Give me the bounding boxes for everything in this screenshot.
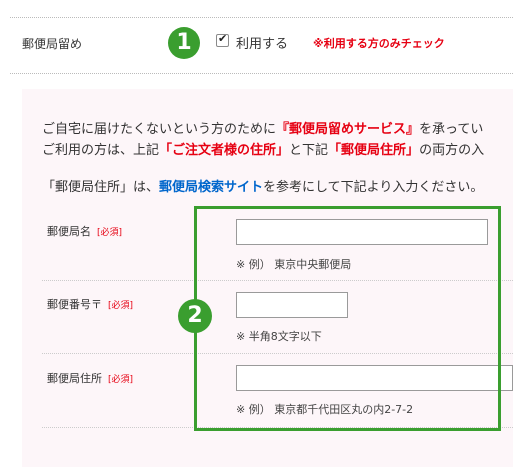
post-office-address-ref: 「郵便局住所」 — [328, 143, 420, 158]
post-office-search-link[interactable]: 郵便局検索サイト — [159, 180, 263, 195]
row-divider — [10, 73, 513, 74]
intro-text: を承ってい — [419, 122, 484, 137]
post-office-name-label: 郵便局名 [必須] — [47, 223, 122, 239]
step-1-badge: 1 — [168, 27, 200, 59]
orderer-address-ref: 「ご注文者様の住所」 — [159, 143, 290, 158]
pickup-row-label: 郵便局留め — [22, 37, 83, 51]
required-badge: [必須] — [108, 375, 134, 385]
intro-text: ご自宅に届けたくないという方のために — [42, 122, 277, 137]
intro-text: の両方の入 — [419, 143, 485, 158]
intro-text: 「郵便局住所」は、 — [42, 180, 160, 195]
check-note: ※利用する方のみチェック — [313, 37, 445, 50]
required-badge: [必須] — [97, 228, 123, 238]
intro-text: を参考にして下記より入力ください。 — [263, 180, 484, 195]
top-divider — [10, 17, 513, 18]
intro-line-2: ご利用の方は、上記「ご注文者様の住所」と下記「郵便局住所」の両方の入 — [42, 139, 484, 158]
service-name: 『郵便局留めサービス』 — [276, 122, 420, 137]
field-label-text: 郵便番号〒 — [47, 298, 102, 311]
field-label-text: 郵便局住所 — [47, 372, 102, 385]
field-label-text: 郵便局名 — [47, 225, 91, 238]
postal-code-label: 郵便番号〒 [必須] — [47, 296, 133, 312]
intro-line-3: 「郵便局住所」は、郵便局検索サイトを参考にして下記より入力ください。 — [42, 176, 483, 195]
intro-line-1: ご自宅に届けたくないという方のために『郵便局留めサービス』を承ってい — [42, 118, 483, 137]
required-badge: [必須] — [108, 301, 134, 311]
use-pickup-label[interactable]: 利用する — [236, 33, 288, 52]
highlight-box — [194, 206, 501, 431]
intro-text: と下記 — [289, 143, 329, 158]
intro-text: ご利用の方は、上記 — [42, 143, 160, 158]
step-2-badge: 2 — [178, 299, 212, 333]
post-office-address-label: 郵便局住所 [必須] — [47, 370, 133, 386]
use-pickup-checkbox[interactable] — [216, 32, 229, 47]
